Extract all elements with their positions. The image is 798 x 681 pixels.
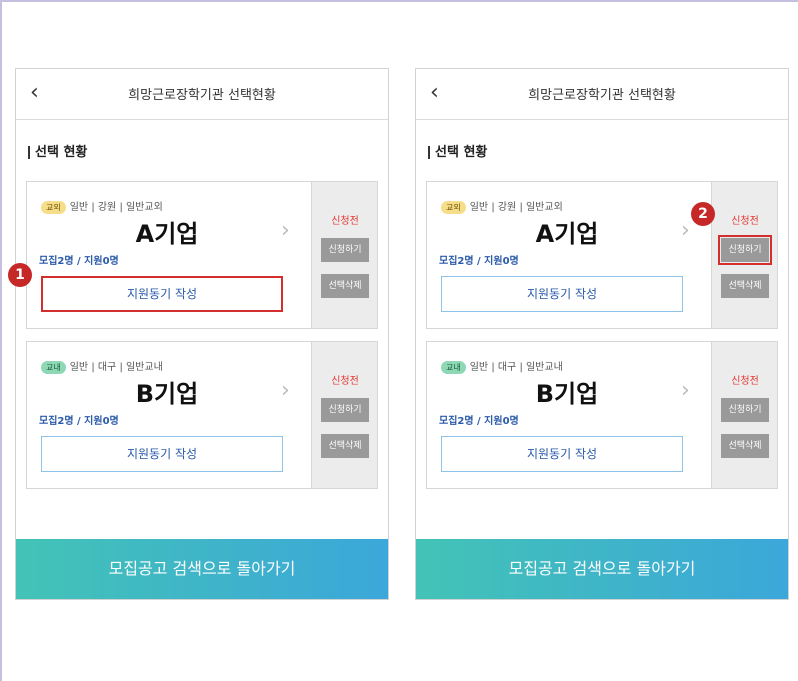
apply-button[interactable]: 신청하기 <box>721 398 769 422</box>
card-meta: 교외 일반 | 강원 | 일반교외 <box>41 198 163 214</box>
card-meta: 교내 일반 | 대구 | 일반교내 <box>41 358 163 374</box>
write-motive-button[interactable]: 지원동기 작성 <box>441 276 683 312</box>
card-meta: 교외 일반 | 강원 | 일반교외 <box>441 198 563 214</box>
location-tag: 교외 <box>41 201 66 214</box>
company-card-b[interactable]: 교내 일반 | 대구 | 일반교내 B기업 › 모집2명 / 지원0명 지원동기 … <box>426 341 778 489</box>
write-motive-button[interactable]: 지원동기 작성 <box>441 436 683 472</box>
back-to-search-button[interactable]: 모집공고 검색으로 돌아가기 <box>16 539 388 599</box>
chevron-right-icon[interactable]: › <box>681 218 690 243</box>
apply-button[interactable]: 신청하기 <box>718 235 772 265</box>
back-to-search-button[interactable]: 모집공고 검색으로 돌아가기 <box>416 539 788 599</box>
chevron-right-icon[interactable]: › <box>681 378 690 403</box>
app-header: ‹ 희망근로장학기관 선택현황 <box>16 69 388 120</box>
card-meta: 교내 일반 | 대구 | 일반교내 <box>441 358 563 374</box>
recruit-count: 모집2명 / 지원0명 <box>439 256 519 267</box>
header-title: 희망근로장학기관 선택현황 <box>528 88 676 103</box>
company-card-a[interactable]: 교외 일반 | 강원 | 일반교외 A기업 › 모집2명 / 지원0명 지원동기 … <box>426 181 778 329</box>
card-meta-text: 일반 | 대구 | 일반교내 <box>69 362 163 373</box>
apply-button[interactable]: 신청하기 <box>321 238 369 262</box>
company-name: B기업 <box>535 380 599 408</box>
phone-screen-left: ‹ 희망근로장학기관 선택현황 선택 현황 교외 일반 | 강원 | 일반교외 A… <box>15 68 389 600</box>
company-name: A기업 <box>135 220 199 248</box>
delete-selection-button[interactable]: 선택삭제 <box>321 274 369 298</box>
status-badge: 신청전 <box>331 376 359 387</box>
company-name: B기업 <box>135 380 199 408</box>
company-card-a[interactable]: 교외 일반 | 강원 | 일반교외 A기업 › 모집2명 / 지원0명 지원동기 … <box>26 181 378 329</box>
section-title: 선택 현황 <box>28 146 87 159</box>
delete-selection-button[interactable]: 선택삭제 <box>721 274 769 298</box>
company-name: A기업 <box>535 220 599 248</box>
frame-border-top <box>0 0 798 2</box>
status-badge: 신청전 <box>731 376 759 387</box>
recruit-count: 모집2명 / 지원0명 <box>39 256 119 267</box>
chevron-right-icon[interactable]: › <box>281 218 290 243</box>
card-meta-text: 일반 | 대구 | 일반교내 <box>469 362 563 373</box>
step-marker-2: 2 <box>691 202 715 226</box>
step-marker-1: 1 <box>8 263 32 287</box>
app-header: ‹ 희망근로장학기관 선택현황 <box>416 69 788 120</box>
delete-selection-button[interactable]: 선택삭제 <box>321 434 369 458</box>
apply-button[interactable]: 신청하기 <box>321 398 369 422</box>
card-meta-text: 일반 | 강원 | 일반교외 <box>69 202 163 213</box>
phone-screen-right: ‹ 희망근로장학기관 선택현황 선택 현황 교외 일반 | 강원 | 일반교외 A… <box>415 68 789 600</box>
company-card-b[interactable]: 교내 일반 | 대구 | 일반교내 B기업 › 모집2명 / 지원0명 지원동기 … <box>26 341 378 489</box>
location-tag: 교내 <box>41 361 66 374</box>
recruit-count: 모집2명 / 지원0명 <box>39 416 119 427</box>
section-title: 선택 현황 <box>428 146 487 159</box>
status-badge: 신청전 <box>731 216 759 227</box>
recruit-count: 모집2명 / 지원0명 <box>439 416 519 427</box>
card-actions: 신청전 신청하기 선택삭제 <box>711 342 777 488</box>
header-title: 희망근로장학기관 선택현황 <box>128 88 276 103</box>
card-meta-text: 일반 | 강원 | 일반교외 <box>469 202 563 213</box>
location-tag: 교내 <box>441 361 466 374</box>
status-badge: 신청전 <box>331 216 359 227</box>
chevron-right-icon[interactable]: › <box>281 378 290 403</box>
card-actions: 신청전 신청하기 선택삭제 <box>711 182 777 328</box>
write-motive-button[interactable]: 지원동기 작성 <box>41 276 283 312</box>
location-tag: 교외 <box>441 201 466 214</box>
card-actions: 신청전 신청하기 선택삭제 <box>311 342 377 488</box>
frame-border-left <box>0 0 2 681</box>
write-motive-button[interactable]: 지원동기 작성 <box>41 436 283 472</box>
delete-selection-button[interactable]: 선택삭제 <box>721 434 769 458</box>
card-actions: 신청전 신청하기 선택삭제 <box>311 182 377 328</box>
